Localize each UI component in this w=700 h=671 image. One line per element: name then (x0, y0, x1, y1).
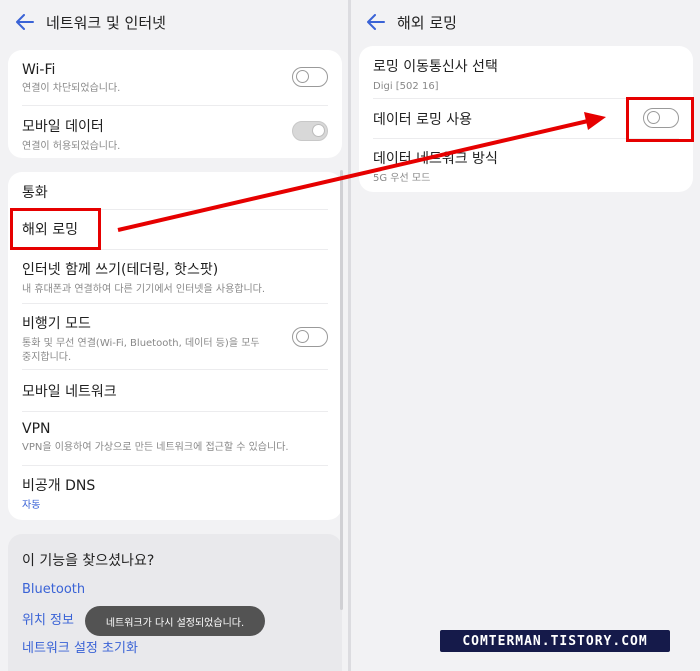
airplane-mode-title: 비행기 모드 (22, 316, 91, 332)
tethering-subtitle: 내 휴대폰과 연결하여 다른 기기에서 인터넷을 사용합니다. (22, 284, 266, 295)
toast-message: 네트워크가 다시 설정되었습니다. (85, 606, 265, 636)
vpn-title: VPN (22, 421, 51, 437)
mobile-data-toggle[interactable] (292, 121, 328, 141)
mobile-data-item[interactable]: 모바일 데이터 연결이 허용되었습니다. (22, 116, 328, 154)
connectivity-card: Wi-Fi 연결이 차단되었습니다. 모바일 데이터 연결이 허용되었습니다. (8, 50, 342, 158)
right-header: 해외 로밍 (351, 0, 457, 44)
tethering-item[interactable]: 인터넷 함께 쓰기(테더링, 핫스팟) 내 휴대폰과 연결하여 다른 기기에서 … (22, 259, 328, 297)
back-arrow-icon[interactable] (14, 11, 36, 33)
wifi-title: Wi-Fi (22, 62, 56, 78)
vpn-subtitle: VPN을 이용하여 가상으로 만든 네트워크에 접근할 수 있습니다. (22, 442, 289, 453)
mobile-network-item[interactable]: 모바일 네트워크 (22, 381, 328, 401)
location-link[interactable]: 위치 정보 (22, 609, 74, 628)
back-arrow-icon[interactable] (365, 11, 387, 33)
bluetooth-link[interactable]: Bluetooth (22, 582, 85, 597)
private-dns-item[interactable]: 비공개 DNS 자동 (22, 475, 328, 513)
highlight-box-data-roaming-toggle (626, 97, 694, 142)
left-header: 네트워크 및 인터넷 (0, 0, 166, 44)
call-title: 통화 (22, 185, 48, 201)
scrollbar[interactable] (340, 170, 343, 610)
page-title: 해외 로밍 (397, 13, 457, 32)
private-dns-subtitle: 자동 (22, 500, 41, 511)
mobile-data-subtitle: 연결이 허용되었습니다. (22, 141, 121, 152)
airplane-mode-subtitle: 통화 및 무선 연결(Wi-Fi, Bluetooth, 데이터 등)을 모두 중… (22, 338, 260, 363)
wifi-subtitle: 연결이 차단되었습니다. (22, 83, 121, 94)
mobile-network-title: 모바일 네트워크 (22, 384, 117, 400)
data-network-mode-title: 데이터 네트워크 방식 (373, 151, 498, 167)
left-screen: 네트워크 및 인터넷 Wi-Fi 연결이 차단되었습니다. 모바일 데이터 연결… (0, 0, 348, 671)
call-item[interactable]: 통화 (22, 182, 328, 202)
data-network-mode-subtitle: 5G 우선 모드 (373, 173, 431, 184)
roaming-carrier-title: 로밍 이동통신사 선택 (373, 59, 498, 75)
network-reset-link[interactable]: 네트워크 설정 초기화 (22, 637, 138, 656)
data-network-mode-item[interactable]: 데이터 네트워크 방식 5G 우선 모드 (373, 148, 679, 186)
wifi-item[interactable]: Wi-Fi 연결이 차단되었습니다. (22, 62, 328, 96)
wifi-toggle[interactable] (292, 67, 328, 87)
watermark: COMTERMAN.TISTORY.COM (440, 630, 670, 652)
page-title: 네트워크 및 인터넷 (46, 13, 166, 32)
highlight-box-roaming (10, 208, 101, 250)
airplane-mode-toggle[interactable] (292, 327, 328, 347)
airplane-mode-item[interactable]: 비행기 모드 통화 및 무선 연결(Wi-Fi, Bluetooth, 데이터 … (22, 313, 328, 365)
tethering-title: 인터넷 함께 쓰기(테더링, 핫스팟) (22, 262, 219, 278)
vpn-item[interactable]: VPN VPN을 이용하여 가상으로 만든 네트워크에 접근할 수 있습니다. (22, 421, 328, 455)
mobile-data-title: 모바일 데이터 (22, 119, 104, 135)
suggestions-title: 이 기능을 찾으셨나요? (22, 553, 155, 569)
private-dns-title: 비공개 DNS (22, 478, 96, 494)
roaming-carrier-subtitle: Digi [502 16] (373, 81, 439, 92)
roaming-carrier-item[interactable]: 로밍 이동통신사 선택 Digi [502 16] (373, 56, 679, 94)
